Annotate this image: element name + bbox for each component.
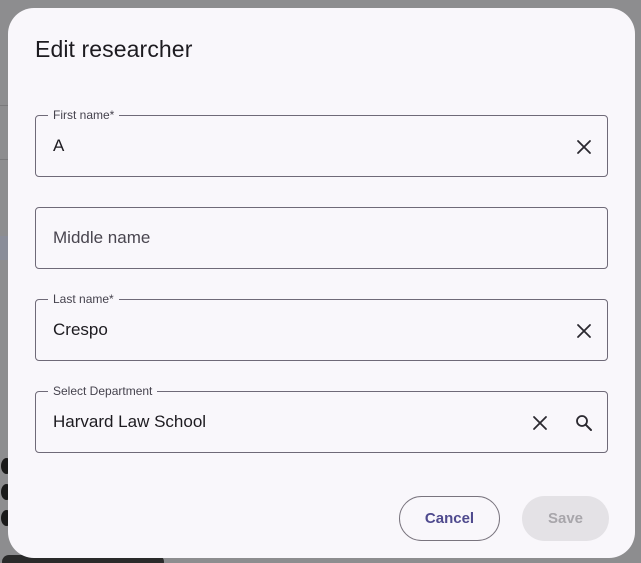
first-name-field[interactable]: First name* A <box>35 108 608 177</box>
search-icon <box>576 415 592 431</box>
last-name-field[interactable]: Last name* Crespo <box>35 292 608 361</box>
search-department-button[interactable] <box>572 411 596 435</box>
department-field[interactable]: Select Department Harvard Law School <box>35 384 608 453</box>
dialog-title: Edit researcher <box>35 36 193 62</box>
close-icon <box>577 140 591 154</box>
edit-researcher-dialog: Edit researcher First name* A Middle nam… <box>8 8 635 558</box>
save-button[interactable]: Save <box>522 496 609 541</box>
cancel-button[interactable]: Cancel <box>399 496 500 541</box>
close-icon <box>533 416 547 430</box>
last-name-label: Last name* <box>48 292 119 306</box>
department-label: Select Department <box>48 384 158 398</box>
department-value[interactable]: Harvard Law School <box>53 412 206 432</box>
clear-first-name-button[interactable] <box>572 135 596 159</box>
close-icon <box>577 324 591 338</box>
clear-last-name-button[interactable] <box>572 319 596 343</box>
clear-department-button[interactable] <box>528 411 552 435</box>
first-name-label: First name* <box>48 108 120 122</box>
last-name-value[interactable]: Crespo <box>53 320 108 340</box>
middle-name-field[interactable]: Middle name <box>35 207 608 269</box>
middle-name-placeholder[interactable]: Middle name <box>53 228 150 248</box>
first-name-value[interactable]: A <box>53 136 64 156</box>
